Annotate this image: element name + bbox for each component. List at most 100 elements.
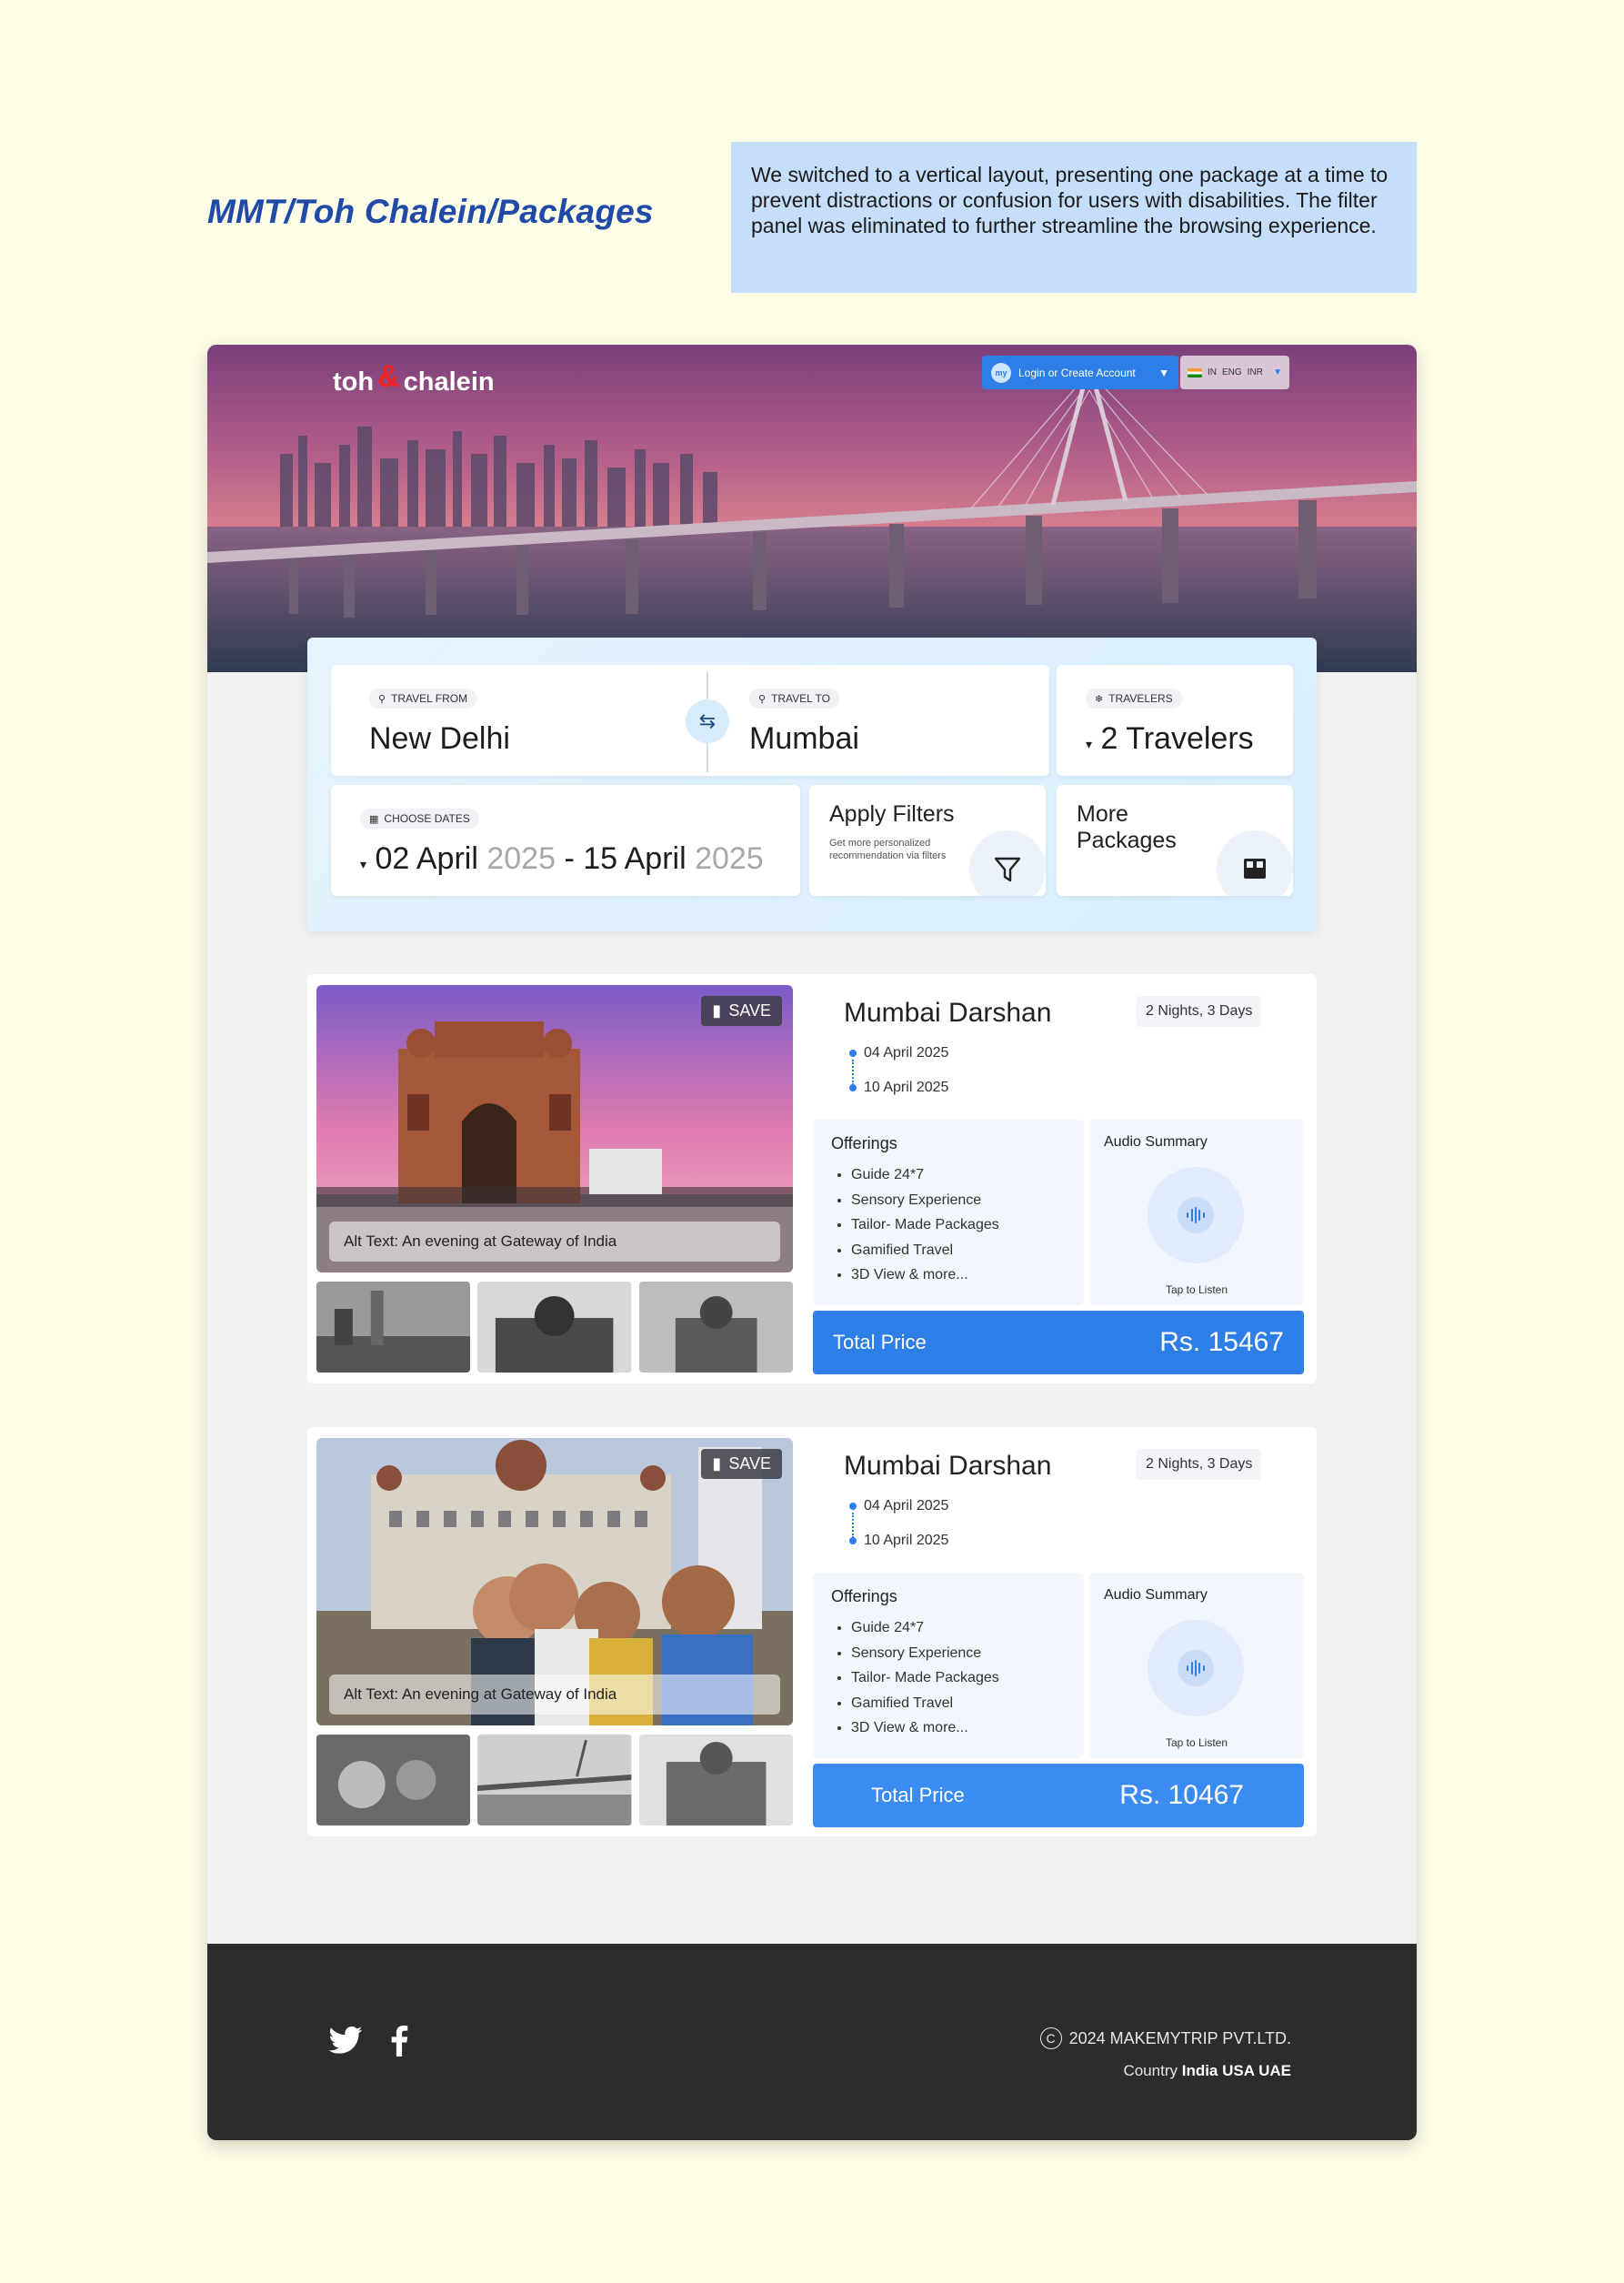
travelers-chip: ❄ TRAVELERS <box>1086 689 1182 709</box>
end-date: 10 April 2025 <box>849 1080 948 1096</box>
audio-play-button[interactable] <box>1148 1167 1244 1263</box>
tap-to-listen[interactable]: Tap to Listen <box>1089 1736 1304 1749</box>
audio-summary-title: Audio Summary <box>1104 1587 1208 1603</box>
save-button[interactable]: ▮ SAVE <box>701 1449 782 1479</box>
total-price-label: Total Price <box>833 1331 927 1353</box>
total-price-value: Rs. 15467 <box>1159 1327 1284 1357</box>
end-date-text: 10 April 2025 <box>864 1080 949 1095</box>
thumbnail-image[interactable] <box>477 1735 632 1825</box>
page-heading: MMT/Toh Chalein/Packages <box>207 193 654 230</box>
offering-item: Tailor- Made Packages <box>851 1665 1066 1691</box>
travel-from-field[interactable]: ⚲ TRAVEL FROM New Delhi <box>369 689 510 757</box>
more-packages-button[interactable]: More Packages <box>1057 785 1293 896</box>
package-title: Mumbai Darshan <box>844 1451 1052 1481</box>
package-card[interactable]: ▮ SAVE Alt Text: An evening at Gateway o… <box>307 1427 1317 1836</box>
dates-chip: ▦ CHOOSE DATES <box>360 809 479 829</box>
end-date-text: 10 April 2025 <box>864 1533 949 1548</box>
travel-from-chip: ⚲ TRAVEL FROM <box>369 689 477 709</box>
audio-summary-box: Audio Summary Tap to Listen <box>1089 1573 1304 1758</box>
offering-item: Gamified Travel <box>851 1238 1066 1263</box>
brand-logo[interactable]: toh & chalein <box>333 359 495 400</box>
offerings-list: Guide 24*7 Sensory Experience Tailor- Ma… <box>831 1162 1066 1288</box>
timeline-dot-icon <box>849 1084 857 1091</box>
start-date: 04 April 2025 <box>849 1498 948 1514</box>
package-main-image[interactable]: ▮ SAVE Alt Text: An evening at Gateway o… <box>316 1438 793 1725</box>
apply-filters-button[interactable]: Apply Filters Get more personalized reco… <box>809 785 1046 896</box>
app-frame: toh & chalein my Login or Create Account… <box>207 345 1417 2140</box>
route-card: ⚲ TRAVEL FROM New Delhi ⇆ ⚲ TRAVEL TO Mumb… <box>331 665 1049 776</box>
end-date: 10 April 2025 <box>849 1533 948 1549</box>
save-label: SAVE <box>728 1001 771 1020</box>
copyright-icon: C <box>1039 2027 1062 2049</box>
login-button[interactable]: my Login or Create Account ▼ <box>982 356 1178 389</box>
thumbnail-image[interactable] <box>638 1735 793 1825</box>
offering-item: Tailor- Made Packages <box>851 1212 1066 1238</box>
country-label: Country <box>1123 2062 1178 2079</box>
timeline-dot-icon <box>849 1050 857 1057</box>
dates-field[interactable]: ▦ CHOOSE DATES ▾ 02 April 2025 - 15 April… <box>331 785 800 896</box>
tap-to-listen[interactable]: Tap to Listen <box>1089 1283 1304 1296</box>
travel-from-label: TRAVEL FROM <box>391 692 468 705</box>
thumbnail-image[interactable] <box>316 1282 471 1373</box>
date-range: ▾ 02 April 2025 - 15 April 2025 <box>360 841 771 877</box>
copyright: C 2024 MAKEMYTRIP PVT.LTD. <box>1039 2027 1291 2049</box>
date-end-year: 2025 <box>695 841 764 876</box>
social-links <box>327 2026 409 2061</box>
offerings-box: Offerings Guide 24*7 Sensory Experience … <box>813 1120 1084 1305</box>
offering-item: Gamified Travel <box>851 1691 1066 1716</box>
alt-text-caption: Alt Text: An evening at Gateway of India <box>329 1222 780 1262</box>
travelers-field[interactable]: ❄ TRAVELERS ▾ 2 Travelers <box>1057 665 1293 776</box>
footer: C 2024 MAKEMYTRIP PVT.LTD. Country India… <box>207 1944 1417 2140</box>
country-list[interactable]: India USA UAE <box>1182 2062 1291 2079</box>
facebook-icon[interactable] <box>389 2026 409 2061</box>
apply-filters-subtitle: Get more personalized recommendation via… <box>829 838 947 861</box>
offering-item: Sensory Experience <box>851 1188 1066 1213</box>
save-button[interactable]: ▮ SAVE <box>701 996 782 1026</box>
date-separator: - <box>564 841 575 876</box>
offering-item: Guide 24*7 <box>851 1162 1066 1188</box>
bookmark-icon: ▮ <box>712 1454 722 1473</box>
date-end-day: 15 April <box>583 841 687 876</box>
thumbnail-image[interactable] <box>638 1282 793 1373</box>
swap-icon[interactable]: ⇆ <box>686 699 729 743</box>
copyright-text: 2024 MAKEMYTRIP PVT.LTD. <box>1068 2028 1291 2047</box>
travel-to-field[interactable]: ⚲ TRAVEL TO Mumbai <box>749 689 859 757</box>
save-label: SAVE <box>728 1454 771 1473</box>
location-pin-icon: ⚲ <box>378 693 386 705</box>
thumbnail-image[interactable] <box>477 1282 632 1373</box>
timeline-dot-icon <box>849 1503 857 1510</box>
audio-summary-box: Audio Summary Tap to Listen <box>1089 1120 1304 1305</box>
location-pin-icon: ⚲ <box>758 693 767 705</box>
offering-item: Guide 24*7 <box>851 1615 1066 1641</box>
caret-down-icon: ▾ <box>1086 737 1093 751</box>
thumbnail-strip <box>316 1282 793 1373</box>
design-note: We switched to a vertical layout, presen… <box>731 142 1417 293</box>
package-card[interactable]: ▮ SAVE Alt Text: An evening at Gateway o… <box>307 974 1317 1383</box>
package-title: Mumbai Darshan <box>844 998 1052 1028</box>
locale-selector[interactable]: IN ENG INR ▼ <box>1180 356 1289 389</box>
twitter-icon[interactable] <box>327 2026 364 2061</box>
brand-right: chalein <box>403 367 495 397</box>
start-date-text: 04 April 2025 <box>864 1045 949 1061</box>
package-main-image[interactable]: ▮ SAVE Alt Text: An evening at Gateway o… <box>316 985 793 1272</box>
total-price-bar[interactable]: Total Price Rs. 10467 <box>813 1764 1304 1827</box>
calendar-icon: ▦ <box>369 813 379 825</box>
travelers-value: ▾ 2 Travelers <box>1086 721 1264 757</box>
travel-to-chip: ⚲ TRAVEL TO <box>749 689 839 709</box>
offering-item[interactable]: 3D View & more... <box>851 1262 1066 1288</box>
thumbnail-image[interactable] <box>316 1735 471 1825</box>
dates-label: CHOOSE DATES <box>384 812 470 825</box>
total-price-label: Total Price <box>871 1784 965 1806</box>
start-date: 04 April 2025 <box>849 1045 948 1061</box>
apply-filters-title: Apply Filters <box>829 801 955 827</box>
offerings-title: Offerings <box>831 1134 897 1152</box>
audio-summary-title: Audio Summary <box>1104 1134 1208 1150</box>
audio-wave-icon <box>1178 1197 1214 1233</box>
total-price-bar[interactable]: Total Price Rs. 15467 <box>813 1311 1304 1374</box>
start-date-text: 04 April 2025 <box>864 1498 949 1514</box>
offering-item[interactable]: 3D View & more... <box>851 1715 1066 1741</box>
offerings-title: Offerings <box>831 1587 897 1605</box>
travelers-label: TRAVELERS <box>1108 692 1173 705</box>
thumbnail-strip <box>316 1735 793 1825</box>
audio-play-button[interactable] <box>1148 1620 1244 1716</box>
